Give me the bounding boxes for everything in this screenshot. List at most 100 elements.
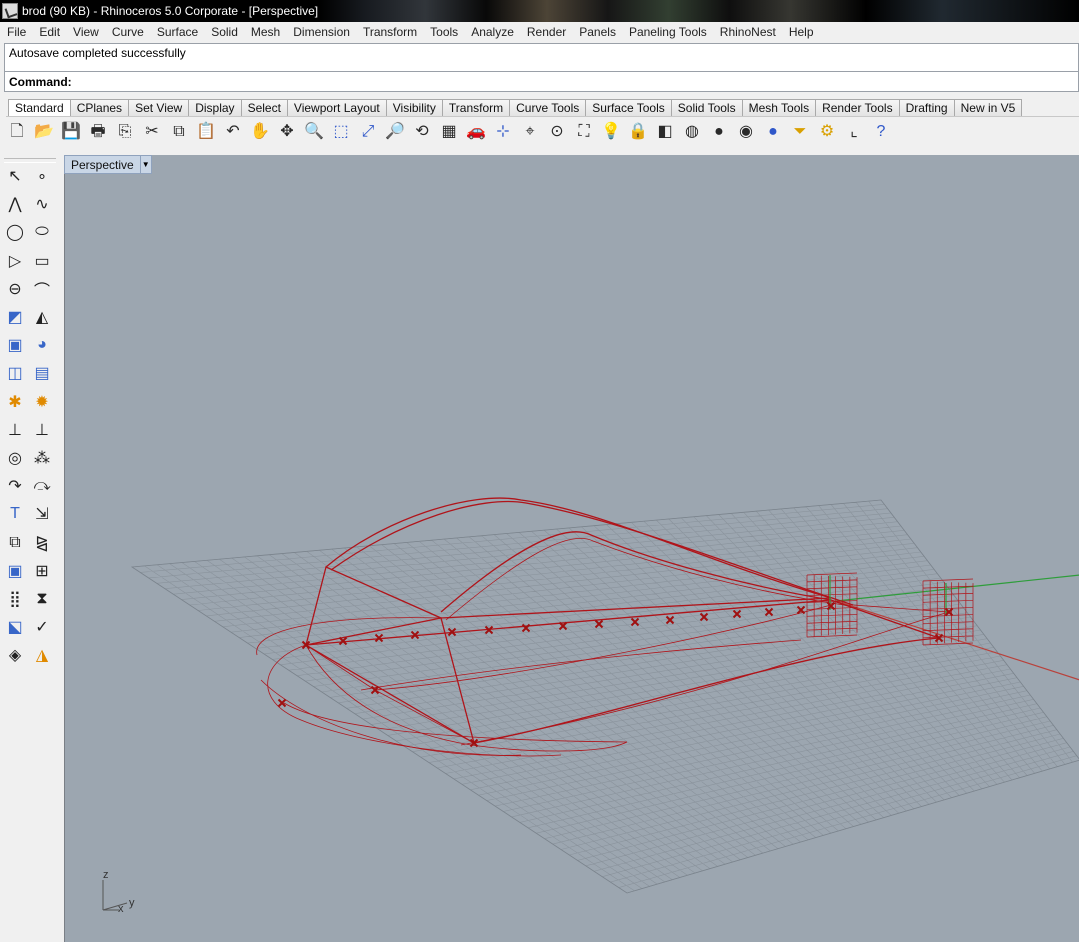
color-wheel-icon[interactable]: ◍ [681, 121, 703, 143]
ellipse-icon[interactable]: ⬭ [31, 221, 53, 243]
curve-icon[interactable]: ∿ [31, 193, 53, 215]
point-icon[interactable]: ∘ [31, 165, 53, 187]
scale-icon[interactable]: ⇲ [31, 503, 53, 525]
menu-panels[interactable]: Panels [573, 25, 623, 39]
save-icon[interactable]: 💾 [60, 121, 82, 143]
menu-transform[interactable]: Transform [357, 25, 424, 39]
tab-viewport-layout[interactable]: Viewport Layout [287, 99, 387, 117]
layer-icon[interactable]: ◧ [654, 121, 676, 143]
tab-surface-tools[interactable]: Surface Tools [586, 99, 672, 117]
tab-cplanes[interactable]: CPlanes [70, 99, 130, 117]
menu-paneling-tools[interactable]: Paneling Tools [623, 25, 714, 39]
loft-icon[interactable]: ◭ [31, 306, 53, 328]
zoom-selected-icon[interactable]: 🔎 [384, 121, 406, 143]
menu-dimension[interactable]: Dimension [287, 25, 357, 39]
menu-surface[interactable]: Surface [151, 25, 205, 39]
boolean-icon[interactable]: ⁂ [31, 447, 53, 469]
tab-mesh-tools[interactable]: Mesh Tools [742, 99, 817, 117]
pan-icon[interactable]: ✋ [249, 121, 271, 143]
text-icon[interactable]: T [4, 503, 26, 525]
car-icon[interactable]: 🚗 [465, 121, 487, 143]
paint-icon[interactable]: ◮ [31, 644, 53, 666]
grid-icon[interactable]: ⌖ [519, 121, 541, 143]
print-icon[interactable]: 🖶 [87, 121, 109, 143]
polygon-icon[interactable]: ▷ [4, 250, 26, 272]
polyline-icon[interactable]: ⋀ [4, 193, 26, 215]
select-arrow-icon[interactable]: ↖ [4, 165, 26, 187]
tab-drafting[interactable]: Drafting [899, 99, 955, 117]
zoom-extents-icon[interactable]: ⤢ [357, 121, 379, 143]
surface-corner-icon[interactable]: ◩ [4, 306, 26, 328]
explode-icon[interactable]: ✱ [4, 391, 26, 413]
menu-help[interactable]: Help [783, 25, 821, 39]
command-input[interactable] [75, 73, 1078, 90]
split-icon[interactable]: ⊥ [31, 419, 53, 441]
copy-icon[interactable]: ⧉ [168, 121, 190, 143]
new-icon[interactable]: 🗋 [6, 121, 28, 143]
rectangle-icon[interactable]: ▭ [31, 250, 53, 272]
tab-display[interactable]: Display [189, 99, 242, 117]
offset-curve-icon[interactable]: ↷ [4, 475, 26, 497]
light-icon[interactable]: 💡 [600, 121, 622, 143]
gear-options-icon[interactable]: ⚙ [816, 121, 838, 143]
toolbar-grip[interactable] [4, 158, 56, 163]
tab-transform[interactable]: Transform [442, 99, 511, 117]
zoom-icon[interactable]: 🔍 [303, 121, 325, 143]
check-icon[interactable]: ✓ [31, 616, 53, 638]
render-icon[interactable]: ◈ [4, 644, 26, 666]
help-icon[interactable]: ? [870, 121, 892, 143]
lock-icon[interactable]: 🔒 [627, 121, 649, 143]
render-sphere-icon[interactable]: ◉ [735, 121, 757, 143]
arc-icon[interactable]: ⊖ [4, 278, 26, 300]
menu-render[interactable]: Render [521, 25, 573, 39]
array-icon[interactable]: ⣿ [4, 588, 26, 610]
undo-icon[interactable]: ↶ [222, 121, 244, 143]
rhino-app-icon[interactable] [2, 3, 18, 19]
menu-analyze[interactable]: Analyze [465, 25, 521, 39]
menu-solid[interactable]: Solid [205, 25, 245, 39]
blue-sphere-icon[interactable]: ● [762, 121, 784, 143]
mesh-plane-icon[interactable]: ▤ [31, 362, 53, 384]
cut-icon[interactable]: ✂ [141, 121, 163, 143]
tab-new-in-v5[interactable]: New in V5 [954, 99, 1023, 117]
cplane-icon[interactable]: ⊹ [492, 121, 514, 143]
shaded-sphere-icon[interactable]: ● [708, 121, 730, 143]
open-icon[interactable]: 📂 [33, 121, 55, 143]
viewport-menu-arrow-icon[interactable]: ▼ [139, 156, 151, 173]
cube-icon[interactable]: ▣ [4, 560, 26, 582]
group-icon[interactable]: ⧉ [4, 532, 26, 554]
viewport-title-tab[interactable]: Perspective ▼ [64, 155, 152, 174]
burst-icon[interactable]: ✹ [31, 391, 53, 413]
trim-icon[interactable]: ⊥ [4, 419, 26, 441]
tab-visibility[interactable]: Visibility [386, 99, 443, 117]
tab-standard[interactable]: Standard [8, 99, 71, 117]
boolean-union-icon[interactable]: ◎ [4, 447, 26, 469]
menu-curve[interactable]: Curve [106, 25, 151, 39]
object-properties-icon[interactable]: ⛶ [573, 121, 595, 143]
orient-icon[interactable]: ⧗ [31, 588, 53, 610]
paste-icon[interactable]: 📋 [195, 121, 217, 143]
menu-rhinonest[interactable]: RhinoNest [714, 25, 783, 39]
analyze-icon[interactable]: ⬕ [4, 616, 26, 638]
sphere-solid-icon[interactable]: ◕ [31, 334, 53, 356]
tab-set-view[interactable]: Set View [129, 99, 190, 117]
menu-mesh[interactable]: Mesh [245, 25, 287, 39]
perspective-viewport[interactable]: z xy [64, 155, 1079, 942]
menu-tools[interactable]: Tools [424, 25, 465, 39]
mirror-icon[interactable]: ⧎ [31, 532, 53, 554]
tab-select[interactable]: Select [241, 99, 288, 117]
circle-icon[interactable]: ◯ [4, 221, 26, 243]
tab-render-tools[interactable]: Render Tools [816, 99, 900, 117]
export-icon[interactable]: ⎘ [114, 121, 136, 143]
menu-view[interactable]: View [67, 25, 106, 39]
fillet-curve-icon[interactable]: ⌒ [31, 278, 53, 300]
extrude-icon[interactable]: ◫ [4, 362, 26, 384]
blend-curve-icon[interactable]: ⤼ [31, 475, 53, 497]
dimension-icon[interactable]: ⊞ [31, 560, 53, 582]
four-viewports-icon[interactable]: ▦ [438, 121, 460, 143]
rotate-view-icon[interactable]: ✥ [276, 121, 298, 143]
menu-edit[interactable]: Edit [33, 25, 67, 39]
gumball-icon[interactable]: ⌞ [843, 121, 865, 143]
tab-solid-tools[interactable]: Solid Tools [671, 99, 743, 117]
tab-curve-tools[interactable]: Curve Tools [510, 99, 587, 117]
